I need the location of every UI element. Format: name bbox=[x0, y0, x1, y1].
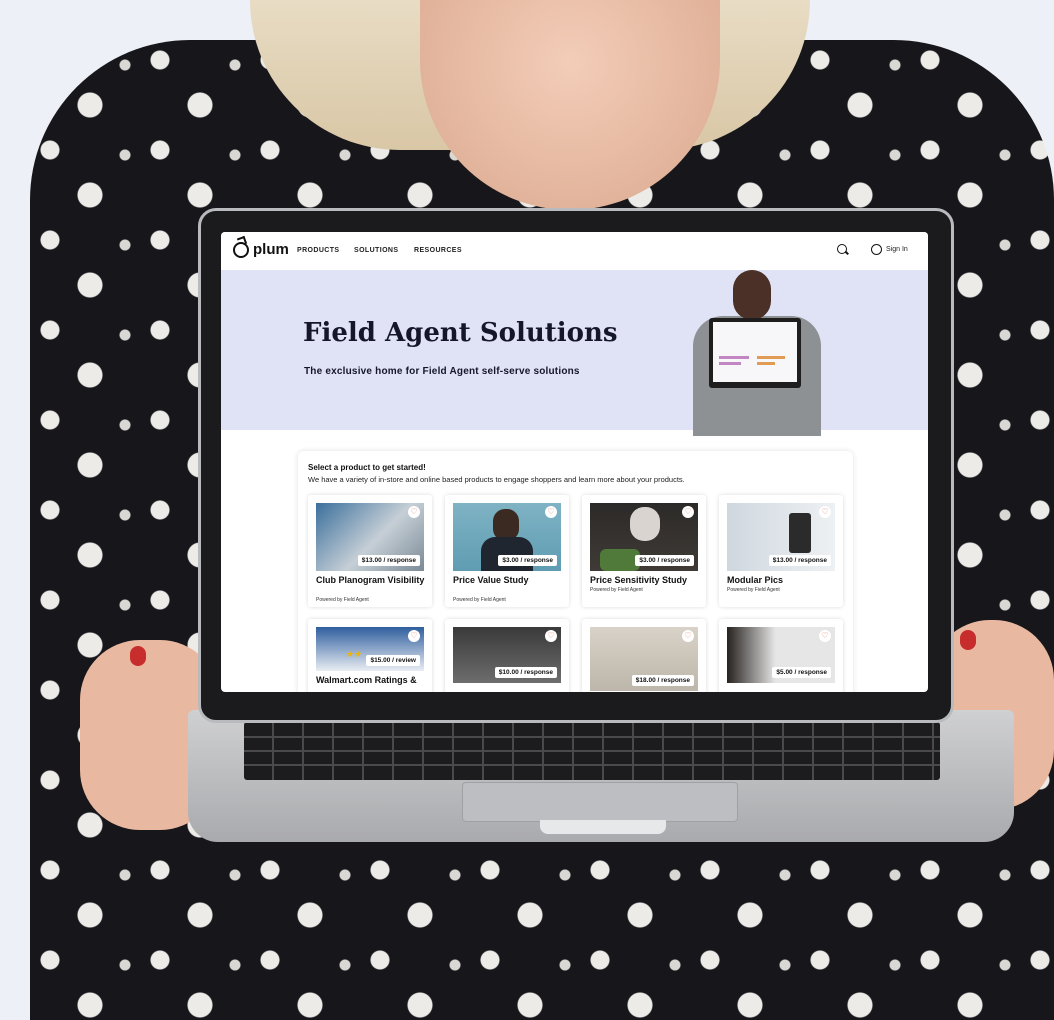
powered-by: Powered by Field Agent bbox=[316, 597, 369, 603]
product-card[interactable]: ♡ $13.00 / response Club Planogram Visib… bbox=[308, 495, 432, 607]
panel-subtitle: We have a variety of in-store and online… bbox=[308, 475, 685, 484]
star-icon: ★★ bbox=[346, 649, 363, 659]
right-nail bbox=[960, 630, 976, 650]
product-image: ♡ $3.00 / response bbox=[590, 503, 698, 571]
product-image: ♡ $18.00 / response bbox=[590, 627, 698, 691]
nav-products[interactable]: PRODUCTS bbox=[297, 247, 339, 254]
keyboard-row-divider bbox=[244, 750, 940, 752]
hero-banner: Field Agent Solutions The exclusive home… bbox=[221, 270, 928, 436]
plum-logo-icon bbox=[233, 241, 249, 258]
product-card[interactable]: ♡ $5.00 / response bbox=[719, 619, 843, 692]
powered-by: Powered by Field Agent bbox=[453, 597, 506, 603]
product-card[interactable]: ♡ $10.00 / response bbox=[445, 619, 569, 692]
product-image: ★★ ♡ $15.00 / review bbox=[316, 627, 424, 671]
page-title: Field Agent Solutions bbox=[303, 318, 618, 348]
price-badge: $15.00 / review bbox=[366, 655, 420, 666]
keyboard-row-divider bbox=[244, 736, 940, 738]
product-title: Price Value Study bbox=[453, 575, 529, 585]
product-card[interactable]: ♡ $3.00 / response Price Sensitivity Stu… bbox=[582, 495, 706, 607]
heart-icon[interactable]: ♡ bbox=[545, 506, 557, 518]
product-title: Price Sensitivity Study bbox=[590, 575, 688, 585]
product-title: Walmart.com Ratings & bbox=[316, 675, 417, 685]
product-card[interactable]: ★★ ♡ $15.00 / review Walmart.com Ratings… bbox=[308, 619, 432, 692]
product-title: Modular Pics bbox=[727, 575, 784, 585]
brand-name: plum bbox=[253, 241, 289, 258]
nav-resources[interactable]: RESOURCES bbox=[414, 247, 462, 254]
powered-by: Powered by Field Agent bbox=[727, 587, 780, 593]
price-badge: $10.00 / response bbox=[494, 667, 557, 678]
keyboard-row-divider bbox=[244, 764, 940, 766]
heart-icon[interactable]: ♡ bbox=[408, 506, 420, 518]
heart-icon[interactable]: ♡ bbox=[408, 630, 420, 642]
laptop-lip bbox=[540, 820, 666, 834]
plum-logo[interactable]: plum bbox=[233, 241, 289, 258]
product-panel: Select a product to get started! We have… bbox=[298, 451, 853, 692]
laptop-trackpad bbox=[462, 782, 738, 822]
sign-in-button[interactable]: Sign In bbox=[871, 244, 908, 255]
left-nail bbox=[130, 646, 146, 666]
product-image: ♡ $13.00 / response bbox=[316, 503, 424, 571]
price-badge: $5.00 / response bbox=[772, 667, 831, 678]
price-badge: $13.00 / response bbox=[768, 555, 831, 566]
heart-icon[interactable]: ♡ bbox=[682, 630, 694, 642]
price-badge: $18.00 / response bbox=[631, 675, 694, 686]
laptop-screen: plum PRODUCTS SOLUTIONS RESOURCES Sign I… bbox=[221, 232, 928, 692]
search-icon[interactable] bbox=[837, 244, 847, 254]
sign-in-label: Sign In bbox=[886, 246, 908, 253]
heart-icon[interactable]: ♡ bbox=[682, 506, 694, 518]
panel-title: Select a product to get started! bbox=[308, 463, 426, 472]
product-image: ♡ $3.00 / response bbox=[453, 503, 561, 571]
top-navigation: plum PRODUCTS SOLUTIONS RESOURCES Sign I… bbox=[221, 232, 928, 271]
product-image: ♡ $5.00 / response bbox=[727, 627, 835, 683]
hero-photo bbox=[689, 270, 821, 436]
price-badge: $3.00 / response bbox=[635, 555, 694, 566]
product-image: ♡ $13.00 / response bbox=[727, 503, 835, 571]
product-card[interactable]: ♡ $18.00 / response bbox=[582, 619, 706, 692]
user-icon bbox=[871, 244, 882, 255]
product-card[interactable]: ♡ $3.00 / response Price Value Study Pow… bbox=[445, 495, 569, 607]
page-subtitle: The exclusive home for Field Agent self-… bbox=[304, 366, 580, 377]
heart-icon[interactable]: ♡ bbox=[545, 630, 557, 642]
heart-icon[interactable]: ♡ bbox=[819, 630, 831, 642]
product-title: Club Planogram Visibility bbox=[316, 575, 425, 585]
price-badge: $3.00 / response bbox=[498, 555, 557, 566]
powered-by: Powered by Field Agent bbox=[590, 587, 643, 593]
product-image: ♡ $10.00 / response bbox=[453, 627, 561, 683]
price-badge: $13.00 / response bbox=[357, 555, 420, 566]
product-card[interactable]: ♡ $13.00 / response Modular Pics Powered… bbox=[719, 495, 843, 607]
heart-icon[interactable]: ♡ bbox=[819, 506, 831, 518]
nav-solutions[interactable]: SOLUTIONS bbox=[354, 247, 398, 254]
